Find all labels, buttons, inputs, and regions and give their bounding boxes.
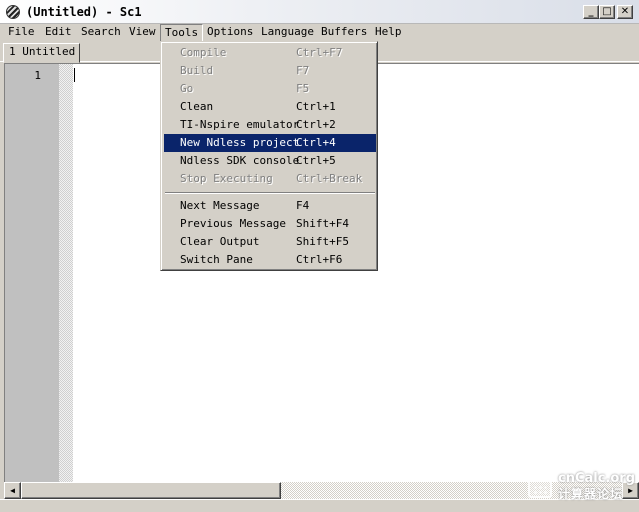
menu-item-shortcut: Ctrl+F7 bbox=[296, 46, 343, 59]
maximize-button[interactable]: □ bbox=[599, 5, 615, 19]
menu-help[interactable]: Help bbox=[371, 24, 406, 42]
menu-bar: File Edit Search View Tools Options Lang… bbox=[0, 24, 639, 42]
menu-item-shortcut: F5 bbox=[296, 82, 310, 95]
calculator-icon bbox=[528, 472, 552, 498]
menu-item-new-ndless-project[interactable]: New Ndless project Ctrl+4 bbox=[164, 134, 376, 152]
title-bar: (Untitled) - Sc1 _ □ ✕ bbox=[0, 0, 639, 24]
menu-item-ndless-sdk-console[interactable]: Ndless SDK console Ctrl+5 bbox=[164, 152, 376, 170]
menu-item-shortcut: Shift+F4 bbox=[296, 217, 349, 230]
menu-tools[interactable]: Tools bbox=[160, 24, 204, 42]
menu-item-shortcut: Ctrl+4 bbox=[296, 136, 336, 149]
menu-separator bbox=[165, 192, 375, 194]
calculator-screen bbox=[533, 477, 547, 482]
menu-item-label: New Ndless project bbox=[180, 136, 300, 149]
menu-item-go[interactable]: Go F5 bbox=[164, 80, 376, 98]
menu-item-next-message[interactable]: Next Message F4 bbox=[164, 197, 376, 215]
menu-item-label: Clean bbox=[180, 100, 214, 113]
menu-item-label: Previous Message bbox=[180, 217, 286, 230]
menu-item-label: Build bbox=[180, 64, 214, 77]
menu-edit[interactable]: Edit bbox=[41, 24, 76, 42]
close-button[interactable]: ✕ bbox=[617, 5, 633, 19]
scroll-thumb[interactable] bbox=[21, 482, 281, 499]
menu-item-shortcut: Ctrl+Break bbox=[296, 172, 363, 185]
menu-item-shortcut: Shift+F5 bbox=[296, 235, 349, 248]
menu-item-label: Ndless SDK console bbox=[180, 154, 300, 167]
menu-item-build[interactable]: Build F7 bbox=[164, 62, 376, 80]
menu-item-compile[interactable]: Compile Ctrl+F7 bbox=[164, 44, 376, 62]
menu-item-label: Compile bbox=[180, 46, 227, 59]
menu-item-label: Go bbox=[180, 82, 194, 95]
minimize-button[interactable]: _ bbox=[583, 5, 599, 19]
menu-item-shortcut: Ctrl+2 bbox=[296, 118, 336, 131]
menu-options[interactable]: Options bbox=[203, 24, 257, 42]
menu-view[interactable]: View bbox=[125, 24, 160, 42]
status-bar bbox=[0, 499, 639, 512]
menu-item-stop-executing[interactable]: Stop Executing Ctrl+Break bbox=[164, 170, 376, 188]
menu-item-shortcut: Ctrl+F6 bbox=[296, 253, 343, 266]
line-number-gutter: 1 bbox=[5, 64, 59, 483]
watermark-site-name: cnCalc.org bbox=[558, 471, 636, 486]
window-title: (Untitled) - Sc1 bbox=[26, 5, 142, 19]
calculator-keys bbox=[533, 485, 547, 495]
scroll-left-button[interactable]: ◀ bbox=[4, 482, 21, 499]
menu-file[interactable]: File bbox=[4, 24, 39, 42]
menu-item-clear-output[interactable]: Clear Output Shift+F5 bbox=[164, 233, 376, 251]
watermark: cnCalc.org 计算器论坛 bbox=[528, 470, 638, 501]
menu-item-ti-nspire-emulator[interactable]: TI-Nspire emulator Ctrl+2 bbox=[164, 116, 376, 134]
menu-item-label: Stop Executing bbox=[180, 172, 273, 185]
menu-item-label: TI-Nspire emulator bbox=[180, 118, 300, 131]
tab-untitled[interactable]: 1 Untitled bbox=[3, 43, 80, 63]
tools-dropdown-menu: Compile Ctrl+F7 Build F7 Go F5 Clean Ctr… bbox=[160, 41, 378, 271]
menu-language[interactable]: Language bbox=[257, 24, 318, 42]
text-caret bbox=[74, 68, 75, 82]
scite-app-icon[interactable] bbox=[6, 5, 20, 19]
menu-item-label: Clear Output bbox=[180, 235, 260, 248]
fold-margin[interactable] bbox=[59, 64, 73, 483]
watermark-forum-name: 计算器论坛 bbox=[558, 487, 624, 501]
menu-item-shortcut: Ctrl+1 bbox=[296, 100, 336, 113]
menu-item-label: Next Message bbox=[180, 199, 260, 212]
menu-item-clean[interactable]: Clean Ctrl+1 bbox=[164, 98, 376, 116]
line-number: 1 bbox=[34, 69, 41, 82]
menu-buffers[interactable]: Buffers bbox=[317, 24, 371, 42]
menu-item-switch-pane[interactable]: Switch Pane Ctrl+F6 bbox=[164, 251, 376, 269]
menu-item-shortcut: F4 bbox=[296, 199, 310, 212]
menu-item-shortcut: F7 bbox=[296, 64, 310, 77]
menu-item-label: Switch Pane bbox=[180, 253, 253, 266]
menu-search[interactable]: Search bbox=[77, 24, 125, 42]
menu-item-shortcut: Ctrl+5 bbox=[296, 154, 336, 167]
menu-item-previous-message[interactable]: Previous Message Shift+F4 bbox=[164, 215, 376, 233]
